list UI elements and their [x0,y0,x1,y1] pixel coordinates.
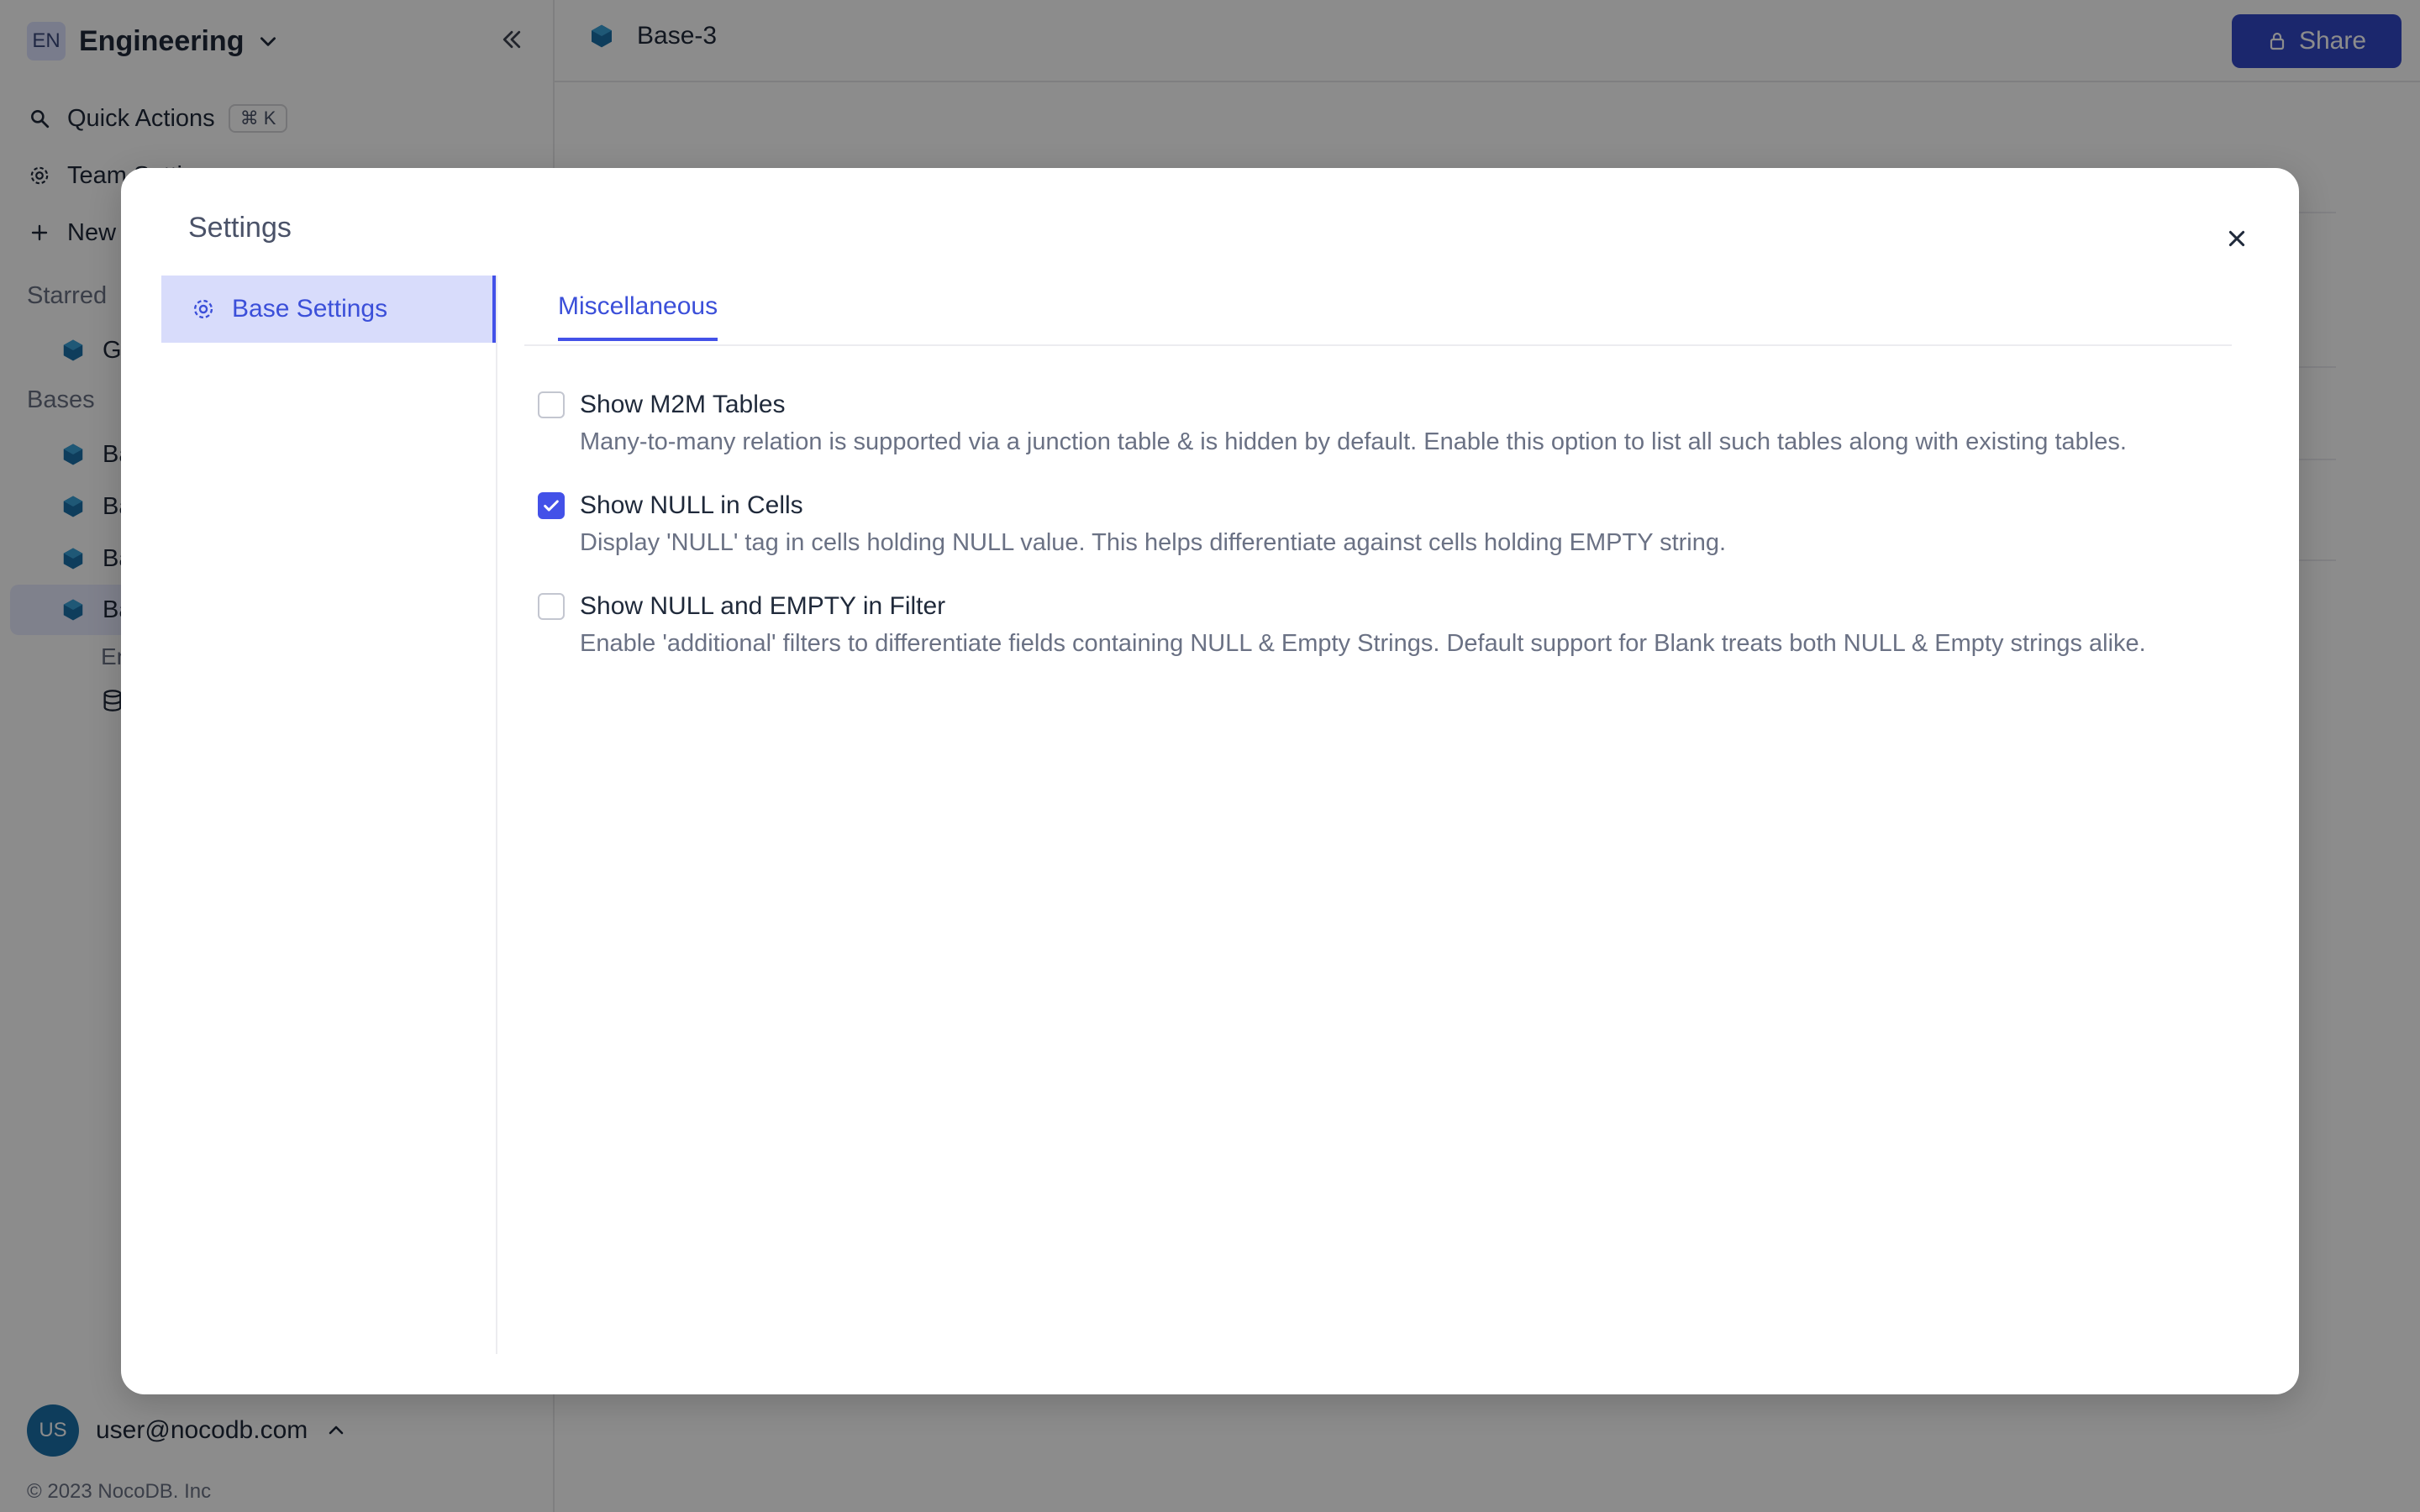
option-show-null-in-cells: Show NULL in Cells Display 'NULL' tag in… [538,489,2202,557]
gear-icon [193,299,213,319]
nav-divider [496,276,497,1354]
option-show-m2m-tables: Show M2M Tables Many-to-many relation is… [538,388,2202,456]
settings-nav: Base Settings [161,276,497,343]
close-icon [2228,230,2245,247]
nav-item-base-settings[interactable]: Base Settings [161,276,497,343]
settings-tabs: Miscellaneous [524,276,2232,346]
option-label[interactable]: Show NULL in Cells [580,491,803,520]
modal-title: Settings [188,212,292,244]
option-description: Enable 'additional' filters to different… [580,630,2146,657]
show-null-in-cells-checkbox[interactable] [538,492,565,519]
nav-item-label: Base Settings [232,295,388,323]
settings-modal: Settings Base Settings Miscellaneous Sho… [121,168,2299,1394]
option-description: Display 'NULL' tag in cells holding NULL… [580,529,1727,556]
option-label[interactable]: Show M2M Tables [580,391,786,419]
tab-miscellaneous[interactable]: Miscellaneous [558,292,718,341]
option-show-null-and-empty-in-filter: Show NULL and EMPTY in Filter Enable 'ad… [538,590,2202,658]
option-label[interactable]: Show NULL and EMPTY in Filter [580,592,945,621]
checkmark-icon [544,500,559,512]
show-m2m-tables-checkbox[interactable] [538,391,565,418]
show-null-and-empty-in-filter-checkbox[interactable] [538,593,565,620]
option-description: Many-to-many relation is supported via a… [580,428,2127,455]
close-button[interactable] [2222,223,2252,254]
